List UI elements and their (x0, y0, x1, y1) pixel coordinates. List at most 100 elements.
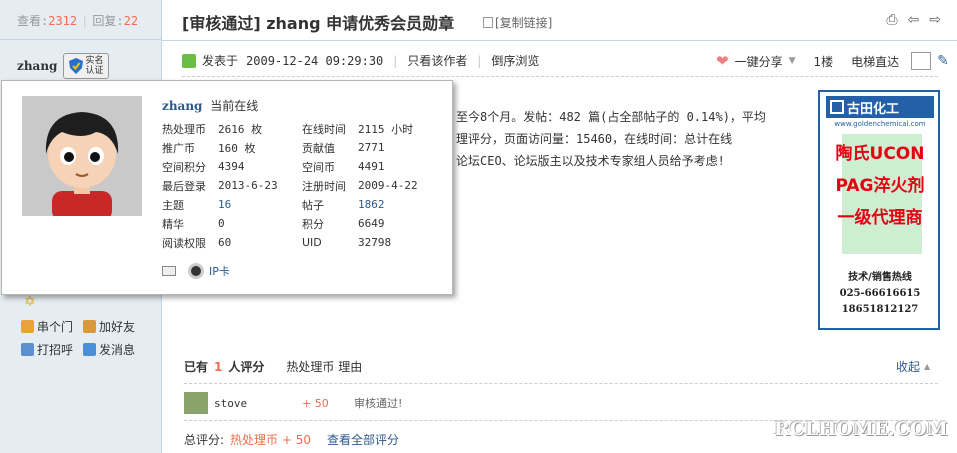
stat-value: 4491 (358, 160, 385, 173)
stats-row: 阅读权限 60 UID 32798 (162, 233, 442, 252)
rater-name[interactable]: stove (214, 397, 302, 410)
post-body: 至今8个月。发帖：482 篇(占全部帖子的 0.14%)，平均 理评分，页面访问… (456, 106, 816, 172)
stat-label: 阅读权限 (162, 236, 206, 250)
stat-label: 贡献值 (302, 141, 335, 155)
stat-value: 2013-6-23 (218, 179, 278, 192)
ad-logo: 古田化工 (826, 96, 934, 118)
views-count: 2312 (48, 14, 78, 28)
stat-value: 0 (218, 217, 225, 230)
rating-suffix: 人评分 (228, 360, 265, 374)
next-thread-icon[interactable]: ⇨ (929, 12, 941, 28)
total-label: 总评分: (184, 433, 225, 447)
stat-label: 空间积分 (162, 160, 206, 174)
ip-card-button[interactable]: IP卡 (188, 263, 230, 279)
meta-separator: | (393, 53, 398, 68)
stat-value: 60 (218, 236, 232, 249)
eye-icon (188, 263, 204, 279)
share-button[interactable]: 一键分享 (735, 53, 783, 70)
ad-phone-2: 18651812127 (841, 304, 919, 315)
home-icon (21, 320, 34, 333)
author-row: zhang 实名认证 (17, 52, 110, 80)
stat-label: 精华 (162, 217, 184, 231)
star-icon: ✡ (24, 294, 36, 310)
sidebar-ad[interactable]: 古田化工 www.goldenchemical.com 陶氏UCON PAG淬火… (818, 90, 940, 330)
total-value: 热处理币 + 50 (230, 433, 312, 447)
title-divider (162, 40, 957, 41)
users-icon (21, 343, 34, 356)
stat-value: 2009-4-22 (358, 179, 418, 192)
badge-label: 实名认证 (85, 56, 104, 76)
views-label: 查看: (17, 14, 49, 28)
profile-card-icon[interactable] (162, 266, 176, 276)
replies-count: 22 (123, 14, 139, 28)
online-status: 当前在线 (210, 99, 259, 113)
stat-value: 2115 小时 (358, 122, 414, 136)
copy-link-button[interactable]: [复制链接] (483, 14, 552, 31)
ad-headline: 陶氏UCON PAG淬火剂 一级代理商 (826, 134, 934, 254)
popup-username[interactable]: zhang (162, 99, 202, 113)
topics-link[interactable]: 16 (218, 195, 302, 214)
add-friend-button[interactable]: 加好友 (83, 318, 135, 335)
stat-value: 32798 (358, 236, 392, 249)
print-icon[interactable]: ⎙ (886, 12, 897, 28)
ad-url: www.goldenchemical.com (834, 120, 926, 128)
thread-stats: 查看:2312 | 回复:22 (0, 0, 162, 40)
reverse-order-link[interactable]: 倒序浏览 (491, 52, 539, 69)
avatar[interactable] (22, 96, 142, 216)
author-name[interactable]: zhang (17, 59, 57, 73)
rating-count: 1 (214, 359, 223, 374)
rating-row: stove + 50 审核通过! (184, 392, 784, 414)
stat-label: 热处理币 (162, 122, 206, 136)
thread-title-text: zhang 申请优秀会员勋章 (266, 14, 455, 33)
posts-link[interactable]: 1862 (358, 195, 442, 214)
meta-separator: | (477, 53, 482, 68)
add-friend-label: 加好友 (99, 320, 136, 334)
meta-divider (182, 76, 938, 77)
floor-number: 1楼 (813, 54, 834, 69)
title-tools: ⎙ ⇦ ⇨ (886, 12, 941, 28)
stats-row: 主题 16 帖子 1862 (162, 195, 442, 214)
greet-label: 打招呼 (37, 343, 74, 357)
stat-label: 主题 (162, 198, 184, 212)
go-icon[interactable]: ✎ (937, 53, 949, 69)
replies-label: 回复: (92, 14, 124, 28)
visit-button[interactable]: 串个门 (21, 318, 73, 335)
only-author-link[interactable]: 只看该作者 (407, 52, 467, 69)
greet-button[interactable]: 打招呼 (21, 341, 73, 358)
stat-label: 最后登录 (162, 179, 206, 193)
ad-contact: 技术/销售热线 025-66616615 18651812127 (826, 270, 934, 318)
post-body-line: 理评分，页面访问量：15460，在线时间：总计在线 (456, 132, 733, 146)
post-tools: ❤ 一键分享 ▼ 1楼 电梯直达 ✎ (716, 52, 949, 70)
ad-logo-text: 古田化工 (847, 101, 900, 117)
stat-value: 160 枚 (218, 141, 256, 155)
view-all-ratings-link[interactable]: 查看全部评分 (327, 431, 399, 448)
verified-badge[interactable]: 实名认证 (63, 53, 110, 79)
ad-hotline-label: 技术/销售热线 (848, 272, 912, 283)
stat-label: 空间币 (302, 160, 335, 174)
copy-link-label: [复制链接] (495, 16, 553, 30)
stats-row: 最后登录 2013-6-23 注册时间 2009-4-22 (162, 176, 442, 195)
thread-tag[interactable]: [审核通过] (182, 14, 261, 33)
user-stats-table: 热处理币 2616 枚 在线时间 2115 小时 推广币 160 枚 贡献值 2… (162, 119, 442, 252)
thread-title: [审核通过] zhang 申请优秀会员勋章 (182, 10, 454, 34)
stat-value: 2616 枚 (218, 122, 263, 136)
author-actions: 串个门 加好友 打招呼 发消息 (21, 318, 161, 364)
message-button[interactable]: 发消息 (83, 341, 135, 358)
user-card-popup: zhang 当前在线 热处理币 2616 枚 在线时间 2115 小时 推广币 … (1, 80, 453, 295)
stat-label: 帖子 (302, 198, 324, 212)
stats-row: 精华 0 积分 6649 (162, 214, 442, 233)
rating-divider (184, 383, 938, 384)
online-status-icon (182, 53, 196, 68)
prev-thread-icon[interactable]: ⇦ (908, 12, 920, 28)
rater-avatar[interactable] (184, 392, 208, 414)
collapse-button[interactable]: 收起 ▲ (896, 358, 930, 375)
floor-input[interactable] (911, 52, 932, 70)
popup-header: zhang 当前在线 (162, 97, 258, 114)
post-meta: 发表于 2009-12-24 09:29:30 | 只看该作者 | 倒序浏览 (182, 52, 539, 69)
collapse-label: 收起 (896, 360, 921, 374)
rating-columns: 热处理币 理由 (286, 360, 363, 374)
shield-icon (69, 58, 84, 74)
stat-value: 2771 (358, 141, 385, 154)
stats-row: 热处理币 2616 枚 在线时间 2115 小时 (162, 119, 442, 138)
chevron-down-icon[interactable]: ▼ (789, 56, 796, 66)
